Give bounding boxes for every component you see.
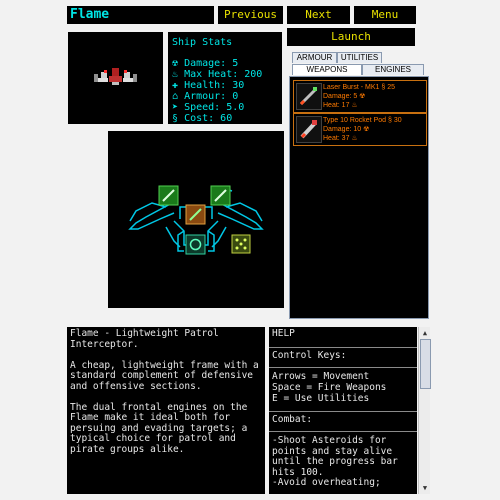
controls-heading: Control Keys: [272, 350, 347, 361]
scrollbar-thumb[interactable] [420, 339, 431, 389]
health-icon: ✚ [172, 80, 179, 91]
scroll-down-icon[interactable]: ▼ [420, 483, 430, 493]
stat-max-heat: Max Heat: 200 [184, 69, 263, 80]
next-button[interactable]: Next [287, 6, 350, 24]
combat-heading: Combat: [272, 414, 313, 425]
flame-icon: ♨ [172, 69, 179, 80]
stat-damage: Damage: 5 [184, 58, 239, 69]
scroll-up-icon[interactable]: ▲ [420, 328, 430, 338]
ship-thumbnail [68, 32, 163, 124]
list-item[interactable]: Type 10 Rocket Pod § 30 Damage: 10 ☢ Hea… [293, 113, 427, 146]
utility-slot[interactable] [231, 234, 251, 254]
stat-cost: Cost: 60 [184, 113, 233, 124]
menu-button[interactable]: Menu [354, 6, 416, 24]
control-key: Space = Fire Weapons [272, 382, 387, 393]
ship-description: Flame - Lightweight Patrol Interceptor. … [67, 327, 265, 494]
ship-sprite-icon [94, 68, 137, 85]
ship-stats-heading: Ship Stats [172, 37, 233, 48]
help-scrollbar[interactable]: ▲ ▼ [418, 327, 431, 494]
previous-button[interactable]: Previous [218, 6, 283, 24]
description-paragraph: A cheap, lightweight frame with a standa… [70, 359, 259, 392]
control-key: E = Use Utilities [272, 393, 370, 404]
speed-icon: ➤ [172, 102, 179, 113]
divider [269, 367, 417, 368]
cost-icon: § [172, 113, 179, 124]
shield-icon: ⌂ [172, 91, 179, 102]
ship-name-title: Flame [67, 6, 214, 24]
help-panel: HELP Control Keys: Arrows = Movement Spa… [269, 327, 417, 494]
armour-slot-center[interactable] [185, 204, 206, 225]
control-key: Arrows = Movement [272, 371, 370, 382]
item-damage: Damage: 10 ☢ [323, 126, 370, 133]
weapon-slot-right[interactable] [210, 185, 231, 206]
launch-button[interactable]: Launch [287, 28, 415, 46]
divider [269, 411, 417, 412]
radiation-icon: ☢ [172, 58, 179, 69]
item-damage: Damage: 5 ☢ [323, 93, 366, 100]
combat-tip: -Avoid overheating; [272, 477, 381, 488]
tab-utilities[interactable]: UTILITIES [337, 52, 382, 63]
engine-slot[interactable] [185, 234, 206, 255]
stat-armour: Armour: 0 [184, 91, 239, 102]
description-paragraph: The dual frontal engines on the Flame ma… [70, 401, 248, 455]
ship-blueprint-icon [128, 185, 264, 255]
tab-armour[interactable]: ARMOUR [292, 52, 337, 63]
item-heat: Heat: 17 ♨ [323, 102, 358, 109]
item-name: Laser Burst - MK1 § 25 [323, 84, 395, 91]
tab-weapons[interactable]: WEAPONS [292, 64, 362, 75]
stat-health: Health: 30 [184, 80, 245, 91]
laser-weapon-icon [296, 83, 322, 110]
weapons-list: Laser Burst - MK1 § 25 Damage: 5 ☢ Heat:… [289, 76, 429, 319]
help-title: HELP [272, 328, 295, 339]
stat-speed: Speed: 5.0 [184, 102, 245, 113]
item-heat: Heat: 37 ♨ [323, 135, 358, 142]
item-name: Type 10 Rocket Pod § 30 [323, 117, 402, 124]
ship-blueprint-preview[interactable] [108, 131, 284, 308]
divider [269, 347, 417, 348]
ship-stats-panel: Ship Stats ☢ Damage: 5 ♨ Max Heat: 200 ✚… [168, 32, 282, 124]
description-title: Flame - Lightweight Patrol Interceptor. [70, 328, 219, 350]
weapon-slot-left[interactable] [158, 185, 179, 206]
rocket-pod-icon [296, 116, 322, 143]
combat-tip: -Shoot Asteroids for points and stay ali… [272, 435, 398, 478]
list-item[interactable]: Laser Burst - MK1 § 25 Damage: 5 ☢ Heat:… [293, 80, 427, 113]
divider [269, 431, 417, 432]
tab-engines[interactable]: ENGINES [362, 64, 424, 75]
